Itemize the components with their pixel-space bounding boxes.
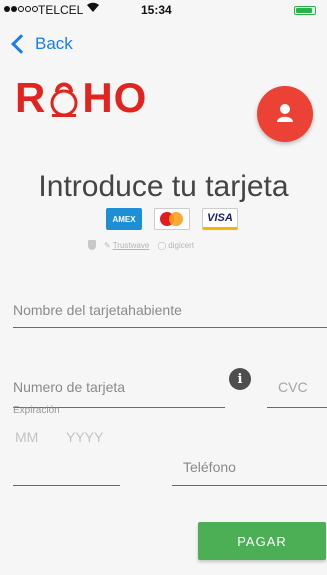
user-icon [277,104,293,122]
digicert-icon: ◯ [157,240,167,250]
cardholder-name-input[interactable]: Nombre del tarjetahabiente [13,302,182,318]
amex-logo: AMEX [106,208,142,230]
mcafee-secure-badge [88,240,96,250]
page-title: Introduce tu tarjeta [38,170,289,203]
chevron-left-icon [11,34,31,54]
kettlebell-icon [50,82,78,117]
expiration-year-input[interactable]: YYYY [66,429,103,445]
battery-icon [294,6,316,15]
mastercard-logo [154,208,190,230]
card-brands: AMEX VISA [106,208,238,230]
expiration-underline [13,485,120,486]
status-bar: TELCEL 15:34 [0,0,327,20]
back-label: Back [35,34,73,53]
cvc-input[interactable]: CVC [278,379,308,395]
digicert-badge: ◯ digicert [157,240,195,250]
cardholder-name-underline [13,327,327,328]
profile-button[interactable] [257,86,313,142]
shield-icon [88,240,96,250]
expiration-month-input[interactable]: MM [15,429,38,445]
wifi-icon [86,2,100,16]
phone-input[interactable]: Teléfono [183,459,236,475]
trustwave-badge: ✎ Trustwave [104,240,150,250]
info-icon[interactable]: i [229,368,251,390]
cvc-underline [267,407,327,408]
pay-button[interactable]: PAGAR [198,522,326,560]
card-number-input[interactable]: Numero de tarjeta [13,379,125,395]
roho-logo: R HO [15,74,148,121]
signal-strength-icon [4,6,38,12]
security-badges: ✎ Trustwave ◯ digicert [88,240,194,250]
trustwave-icon: ✎ [104,240,111,250]
visa-logo: VISA [202,208,238,230]
carrier-name: TELCEL [38,3,84,17]
phone-underline [172,485,327,486]
status-time: 15:34 [141,3,172,17]
expiration-label: Expiración [13,405,60,416]
